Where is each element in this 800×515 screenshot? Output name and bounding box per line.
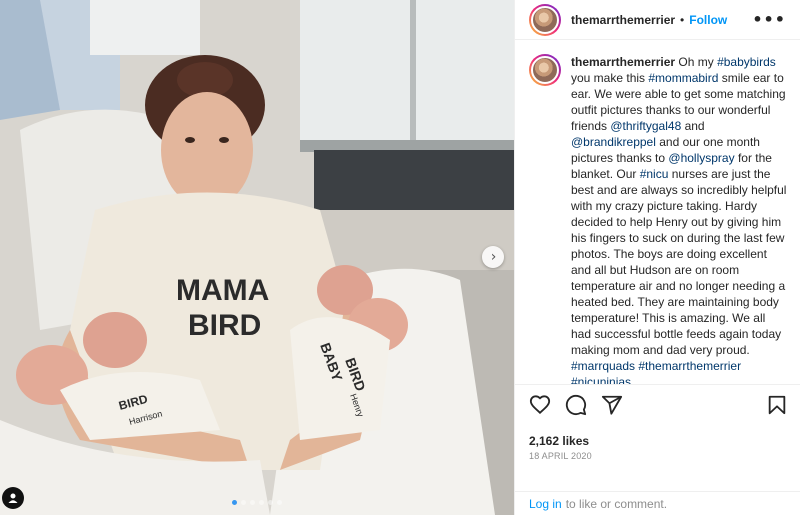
shirt-text-mama: MAMA: [176, 274, 269, 307]
instagram-post: MAMA BIRD BIRD Harrison BABY BIRD Henry …: [0, 0, 800, 515]
like-button[interactable]: [529, 394, 551, 416]
person-tag-icon: [8, 493, 18, 503]
login-link[interactable]: Log in: [529, 497, 562, 511]
share-button[interactable]: [601, 394, 623, 416]
post-side-panel: themarrthemerrier • Follow ••• themarrth…: [514, 0, 800, 515]
avatar[interactable]: [529, 3, 561, 36]
heart-icon: [529, 394, 551, 414]
hashtag-link[interactable]: #themarrthemerrier: [638, 359, 741, 373]
hashtag-link[interactable]: #mommabird: [648, 71, 718, 85]
login-prompt: Log in to like or comment.: [515, 491, 800, 515]
carousel-dot: [277, 500, 282, 505]
caption-segment: you make this: [571, 71, 649, 85]
post-header: themarrthemerrier • Follow •••: [515, 0, 800, 40]
caption-segment: and: [681, 119, 705, 133]
shirt-text-bird: BIRD: [188, 309, 261, 342]
share-icon: [601, 395, 623, 415]
chevron-right-icon: ›: [490, 249, 497, 265]
carousel-dot: [241, 500, 246, 505]
caption-text: themarrthemerrier Oh my #babybirds you m…: [571, 54, 788, 384]
caption-segment: nurses are just the best and are always …: [571, 167, 787, 357]
caption-area: themarrthemerrier Oh my #babybirds you m…: [515, 40, 800, 384]
hashtag-link[interactable]: #marrquads: [571, 359, 635, 373]
follow-button[interactable]: Follow: [689, 13, 727, 27]
more-options-icon[interactable]: •••: [752, 10, 786, 29]
header-username[interactable]: themarrthemerrier: [571, 13, 675, 27]
comment-icon: [565, 394, 587, 415]
post-date[interactable]: 18 APRIL 2020: [515, 448, 800, 461]
hashtag-link[interactable]: #nicuninjas: [571, 375, 631, 384]
hashtag-link[interactable]: #nicu: [640, 167, 669, 181]
carousel-dot: [250, 500, 255, 505]
carousel-indicator: [0, 500, 514, 505]
comment-button[interactable]: [565, 394, 587, 416]
save-button[interactable]: [766, 394, 788, 416]
carousel-dot: [259, 500, 264, 505]
likes-count[interactable]: 2,162 likes: [515, 424, 800, 448]
tagged-users-button[interactable]: [2, 487, 24, 509]
login-prompt-text: to like or comment.: [565, 496, 668, 511]
bookmark-icon: [768, 395, 786, 414]
mention-link[interactable]: @brandikreppel: [571, 135, 656, 149]
action-bar: [515, 384, 800, 424]
post-photo[interactable]: MAMA BIRD BIRD Harrison BABY BIRD Henry …: [0, 0, 514, 515]
mention-link[interactable]: @thriftygal48: [610, 119, 681, 133]
caption-segment: Oh my: [678, 55, 718, 69]
carousel-dot: [268, 500, 273, 505]
caption-avatar[interactable]: [529, 54, 561, 86]
hashtag-link[interactable]: #babybirds: [717, 55, 776, 69]
caption-username[interactable]: themarrthemerrier: [571, 55, 675, 69]
header-separator: •: [680, 12, 685, 27]
carousel-dot: [232, 500, 237, 505]
photo-scene: MAMA BIRD BIRD Harrison BABY BIRD Henry: [0, 0, 514, 515]
mention-link[interactable]: @hollyspray: [668, 151, 734, 165]
carousel-next-button[interactable]: ›: [482, 246, 504, 268]
